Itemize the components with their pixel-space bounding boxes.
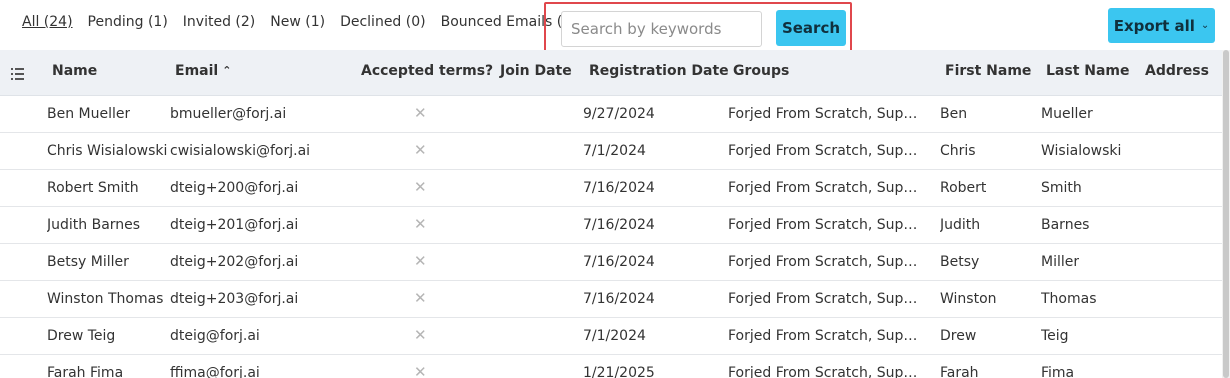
cell-groups: Forjed From Scratch, Support xyxy=(728,217,926,233)
table-row[interactable]: Robert Smith dteig+200@forj.ai ✕ 7/16/2024 F… xyxy=(0,170,1222,207)
status-filter-tabs: All (24) Pending (1) Invited (2) New (1)… xyxy=(22,14,592,30)
scrollbar-thumb[interactable] xyxy=(1223,50,1229,378)
cell-groups: Forjed From Scratch, Support xyxy=(728,180,926,196)
cell-groups: Forjed From Scratch, Support xyxy=(728,328,926,344)
table-row[interactable]: Farah Fima ffima@forj.ai ✕ 1/21/2025 Forjed … xyxy=(0,355,1222,378)
column-header-name[interactable]: Name xyxy=(52,63,97,79)
column-header-email[interactable]: Email ⌃ xyxy=(175,63,231,79)
cell-email: dteig@forj.ai xyxy=(170,328,260,344)
cell-last-name: Fima xyxy=(1041,365,1075,378)
x-icon: ✕ xyxy=(414,104,427,122)
column-header-groups[interactable]: Groups xyxy=(733,63,789,79)
cell-last-name: Mueller xyxy=(1041,106,1093,122)
cell-first-name: Ben xyxy=(940,106,968,122)
column-header-email-label: Email xyxy=(175,63,219,79)
filter-invited[interactable]: Invited (2) xyxy=(183,14,255,30)
cell-email: bmueller@forj.ai xyxy=(170,106,287,122)
x-icon: ✕ xyxy=(414,363,427,378)
x-icon: ✕ xyxy=(414,289,427,307)
cell-first-name: Farah xyxy=(940,365,979,378)
column-header-accepted-terms[interactable]: Accepted terms? xyxy=(361,63,493,79)
cell-name: Winston Thomas xyxy=(47,291,164,307)
toolbar: All (24) Pending (1) Invited (2) New (1)… xyxy=(0,0,1230,55)
cell-last-name: Barnes xyxy=(1041,217,1090,233)
table-row[interactable]: Drew Teig dteig@forj.ai ✕ 7/1/2024 Forjed Fr… xyxy=(0,318,1222,355)
cell-registration-date: 7/16/2024 xyxy=(583,180,655,196)
cell-groups: Forjed From Scratch, Support xyxy=(728,143,926,159)
x-icon: ✕ xyxy=(414,252,427,270)
cell-first-name: Robert xyxy=(940,180,987,196)
cell-registration-date: 1/21/2025 xyxy=(583,365,655,378)
column-header-last-name[interactable]: Last Name xyxy=(1046,63,1130,79)
column-header-address[interactable]: Address xyxy=(1145,63,1209,79)
list-icon[interactable] xyxy=(11,68,24,80)
cell-name: Drew Teig xyxy=(47,328,116,344)
cell-groups: Forjed From Scratch, Support xyxy=(728,365,926,378)
cell-groups: Forjed From Scratch, Support xyxy=(728,291,926,307)
filter-new[interactable]: New (1) xyxy=(270,14,325,30)
cell-last-name: Smith xyxy=(1041,180,1082,196)
chevron-down-icon: ⌄ xyxy=(1200,20,1210,31)
filter-pending[interactable]: Pending (1) xyxy=(88,14,168,30)
cell-first-name: Chris xyxy=(940,143,976,159)
cell-name: Robert Smith xyxy=(47,180,139,196)
cell-email: dteig+200@forj.ai xyxy=(170,180,299,196)
cell-last-name: Teig xyxy=(1041,328,1069,344)
table-body: Ben Mueller bmueller@forj.ai ✕ 9/27/2024 For… xyxy=(0,96,1222,378)
table-row[interactable]: Judith Barnes dteig+201@forj.ai ✕ 7/16/2024… xyxy=(0,207,1222,244)
x-icon: ✕ xyxy=(414,215,427,233)
cell-last-name: Thomas xyxy=(1041,291,1097,307)
vertical-scrollbar[interactable] xyxy=(1222,50,1230,378)
cell-name: Betsy Miller xyxy=(47,254,129,270)
cell-last-name: Wisialowski xyxy=(1041,143,1122,159)
table-row[interactable]: Chris Wisialowski cwisialowski@forj.ai ✕ 7/… xyxy=(0,133,1222,170)
cell-registration-date: 7/1/2024 xyxy=(583,143,646,159)
column-header-join-date[interactable]: Join Date xyxy=(500,63,572,79)
table-row[interactable]: Betsy Miller dteig+202@forj.ai ✕ 7/16/2024 F… xyxy=(0,244,1222,281)
column-header-first-name[interactable]: First Name xyxy=(945,63,1031,79)
cell-email: ffima@forj.ai xyxy=(170,365,260,378)
cell-registration-date: 7/16/2024 xyxy=(583,217,655,233)
cell-email: dteig+202@forj.ai xyxy=(170,254,299,270)
cell-email: dteig+203@forj.ai xyxy=(170,291,299,307)
column-header-registration-date[interactable]: Registration Date xyxy=(589,63,729,79)
cell-groups: Forjed From Scratch, Support xyxy=(728,106,926,122)
export-all-button[interactable]: Export all ⌄ xyxy=(1108,8,1215,43)
cell-name: Judith Barnes xyxy=(47,217,141,233)
x-icon: ✕ xyxy=(414,178,427,196)
filter-all[interactable]: All (24) xyxy=(22,14,73,30)
cell-email: dteig+201@forj.ai xyxy=(170,217,299,233)
cell-registration-date: 7/16/2024 xyxy=(583,254,655,270)
cell-name: Chris Wisialowski xyxy=(47,143,168,159)
filter-declined[interactable]: Declined (0) xyxy=(340,14,426,30)
cell-first-name: Drew xyxy=(940,328,977,344)
table-header: Name Email ⌃ Accepted terms? Join Date Re… xyxy=(0,50,1222,96)
search-input[interactable] xyxy=(561,11,762,47)
cell-first-name: Judith xyxy=(940,217,981,233)
cell-name: Farah Fima xyxy=(47,365,124,378)
cell-first-name: Betsy xyxy=(940,254,980,270)
x-icon: ✕ xyxy=(414,326,427,344)
cell-registration-date: 9/27/2024 xyxy=(583,106,655,122)
search-highlight-box: Search xyxy=(544,2,852,55)
cell-first-name: Winston xyxy=(940,291,997,307)
cell-last-name: Miller xyxy=(1041,254,1080,270)
table-row[interactable]: Ben Mueller bmueller@forj.ai ✕ 9/27/2024 For… xyxy=(0,96,1222,133)
cell-groups: Forjed From Scratch, Support xyxy=(728,254,926,270)
table-row[interactable]: Winston Thomas dteig+203@forj.ai ✕ 7/16/202… xyxy=(0,281,1222,318)
cell-registration-date: 7/1/2024 xyxy=(583,328,646,344)
cell-name: Ben Mueller xyxy=(47,106,131,122)
x-icon: ✕ xyxy=(414,141,427,159)
cell-email: cwisialowski@forj.ai xyxy=(170,143,311,159)
cell-registration-date: 7/16/2024 xyxy=(583,291,655,307)
search-button[interactable]: Search xyxy=(776,10,846,46)
export-all-label: Export all xyxy=(1113,16,1195,35)
chevron-up-icon: ⌃ xyxy=(222,64,232,77)
